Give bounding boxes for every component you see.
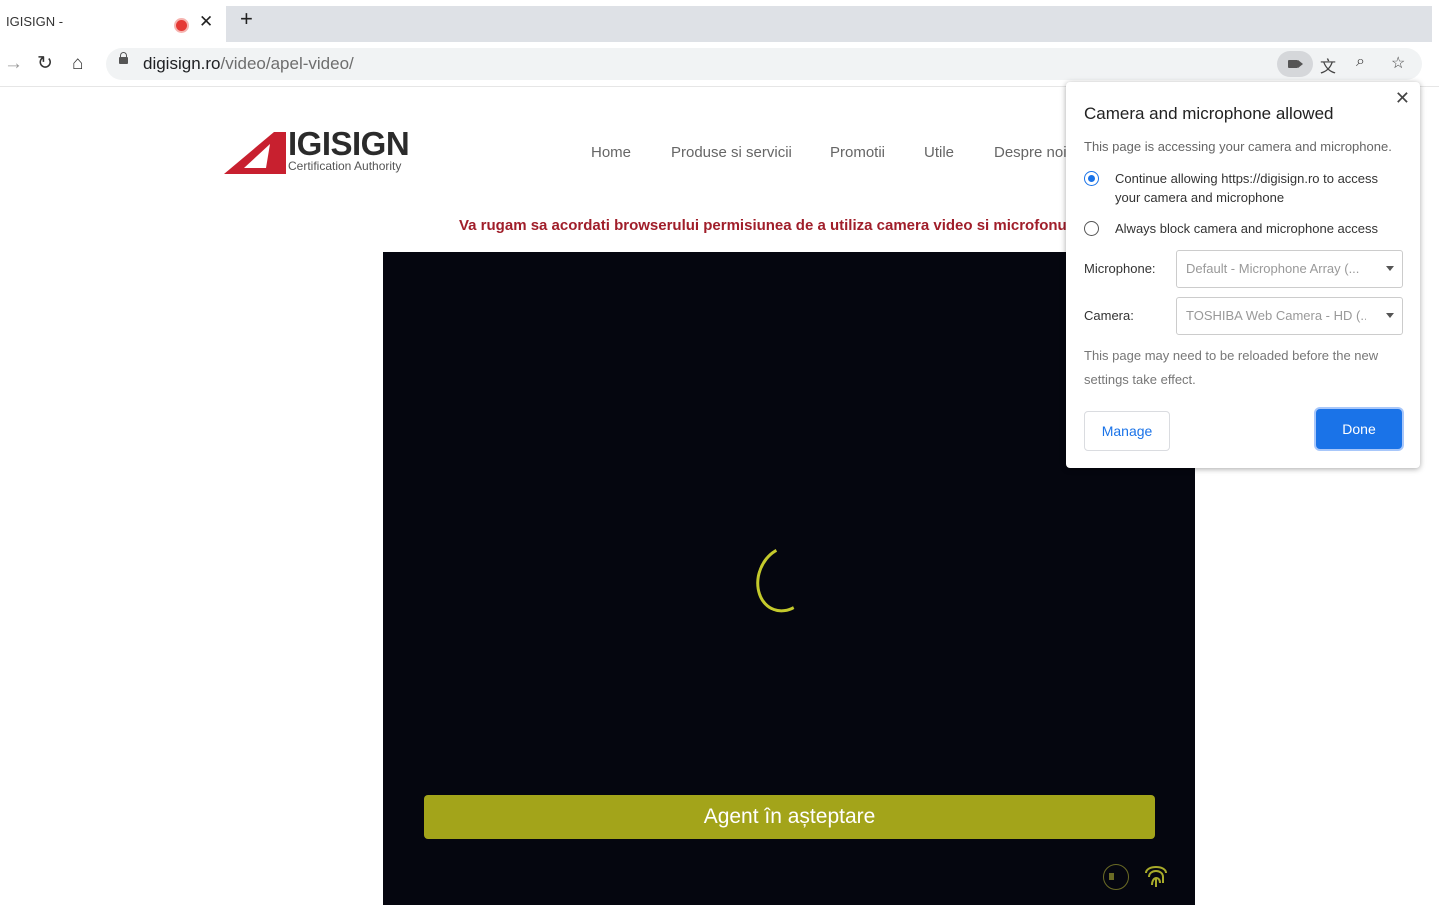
zoom-icon[interactable]: ⌕ — [1356, 53, 1365, 71]
bookmark-star-icon[interactable]: ☆ — [1391, 53, 1405, 73]
camera-permission-popup: ✕ Camera and microphone allowed This pag… — [1066, 82, 1420, 468]
new-tab-icon[interactable]: + — [240, 8, 253, 30]
tab-strip-background — [226, 6, 1432, 42]
lock-icon[interactable] — [119, 52, 128, 64]
agent-status-bar: Agent în așteptare — [424, 795, 1155, 839]
translate-icon[interactable]: 文 — [1320, 53, 1336, 77]
camera-in-use-icon[interactable] — [1277, 51, 1313, 77]
browser-toolbar: → ↻ ⌂ digisign.ro/video/apel-video/ 文 ⌕ … — [0, 44, 1439, 87]
microphone-select-value: Default - Microphone Array (... — [1186, 261, 1360, 276]
speaker-icon[interactable] — [1103, 864, 1129, 890]
forward-icon[interactable]: → — [4, 53, 23, 75]
url-text[interactable]: digisign.ro/video/apel-video/ — [143, 54, 354, 74]
loading-spinner-icon — [747, 537, 823, 621]
nav-home[interactable]: Home — [591, 144, 631, 161]
nav-promotii[interactable]: Promotii — [830, 144, 885, 161]
reload-icon[interactable]: ↻ — [37, 53, 53, 75]
radio-label-always-block[interactable]: Always block camera and microphone acces… — [1115, 219, 1405, 238]
digisign-logo[interactable]: IGISIGN Certification Authority — [222, 126, 412, 178]
fingerprint-icon[interactable] — [1140, 859, 1172, 891]
camera-label: Camera: — [1084, 308, 1134, 323]
nav-produse-si-servicii[interactable]: Produse si servicii — [671, 144, 792, 161]
close-icon[interactable]: ✕ — [1395, 88, 1410, 109]
logo-subtitle: Certification Authority — [288, 159, 402, 173]
logo-text: IGISIGN — [288, 125, 410, 162]
permission-notice: Va rugam sa acordati browserului permisi… — [459, 217, 1066, 234]
manage-button[interactable]: Manage — [1084, 411, 1170, 451]
radio-continue-allowing[interactable] — [1084, 171, 1099, 186]
browser-tab[interactable]: IGISIGN - ✕ — [0, 6, 226, 44]
logo-mark-icon — [224, 132, 286, 174]
address-bar[interactable]: digisign.ro/video/apel-video/ 文 ⌕ ☆ — [106, 48, 1422, 80]
microphone-label: Microphone: — [1084, 261, 1156, 276]
reload-note: This page may need to be reloaded before… — [1084, 348, 1379, 387]
popup-title: Camera and microphone allowed — [1084, 104, 1334, 123]
chevron-down-icon — [1386, 313, 1394, 318]
home-icon[interactable]: ⌂ — [72, 53, 83, 75]
radio-always-block[interactable] — [1084, 221, 1099, 236]
nav-despre-noi[interactable]: Despre noi — [994, 144, 1067, 161]
camera-select-value: TOSHIBA Web Camera - HD (... — [1186, 308, 1366, 323]
recording-indicator-icon — [176, 20, 187, 31]
nav-utile[interactable]: Utile — [924, 144, 954, 161]
tab-close-icon[interactable]: ✕ — [199, 12, 213, 32]
popup-description: This page is accessing your camera and m… — [1084, 139, 1392, 154]
camera-select[interactable]: TOSHIBA Web Camera - HD (... — [1176, 297, 1403, 335]
tab-strip: IGISIGN - ✕ + — [0, 0, 1439, 44]
microphone-select[interactable]: Default - Microphone Array (... — [1176, 250, 1403, 288]
done-button[interactable]: Done — [1316, 409, 1402, 449]
radio-label-continue-allowing[interactable]: Continue allowing https://digisign.ro to… — [1115, 169, 1405, 207]
chevron-down-icon — [1386, 266, 1394, 271]
tab-title: IGISIGN - — [6, 14, 64, 29]
